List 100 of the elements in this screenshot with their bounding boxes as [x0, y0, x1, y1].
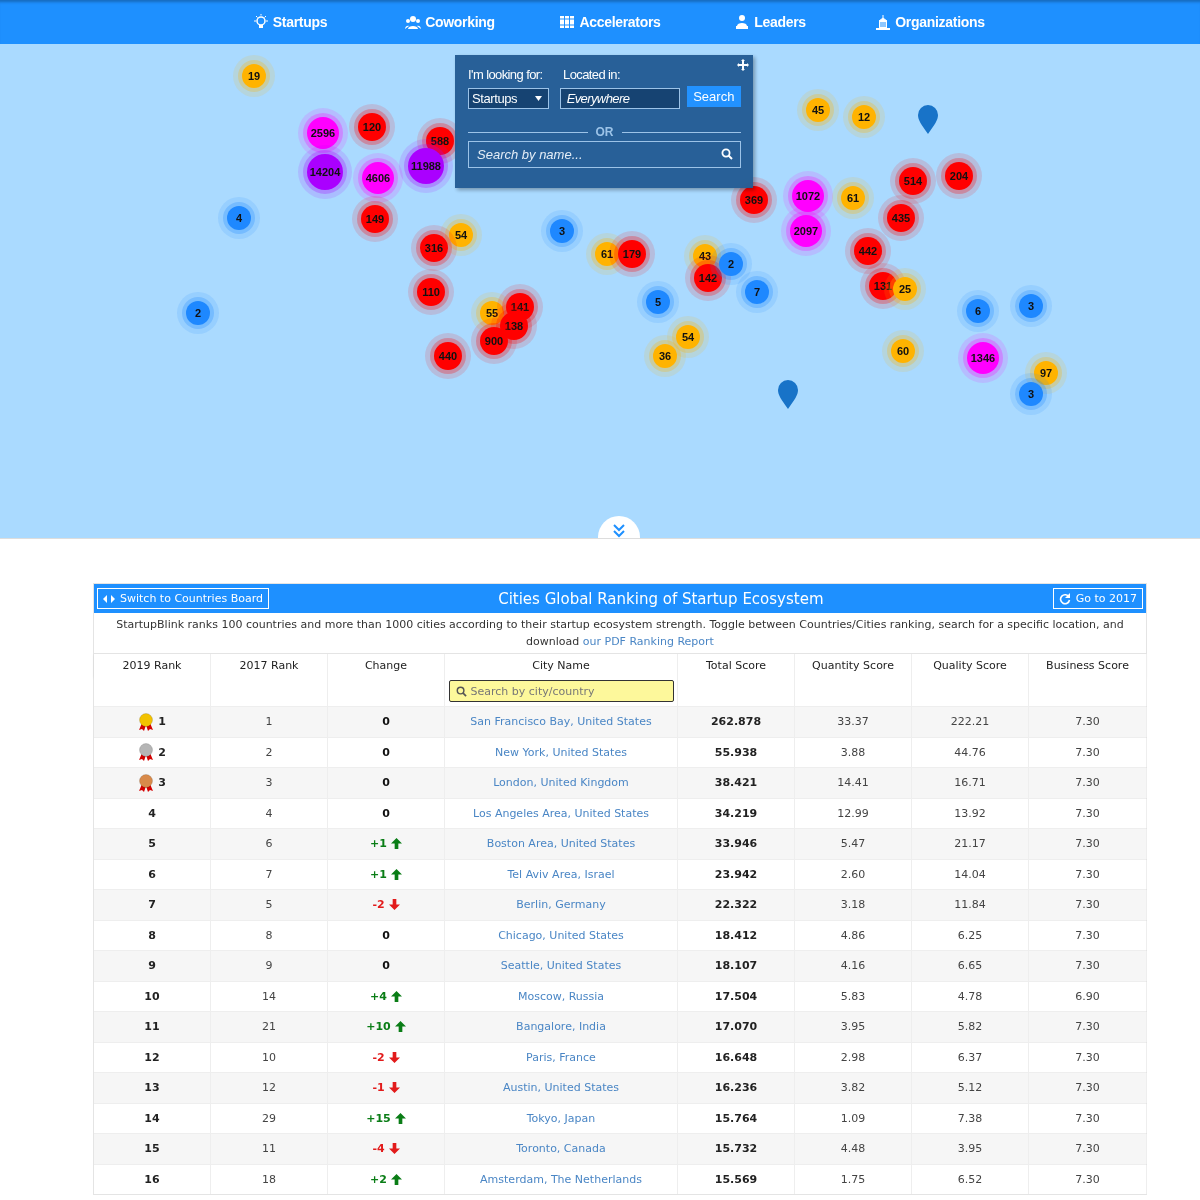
cluster-marker[interactable]: 54	[449, 223, 473, 247]
cluster-marker[interactable]: 2	[719, 252, 743, 276]
table-cell: 7.30	[1029, 1134, 1147, 1164]
nav-link[interactable]: Accelerators	[530, 0, 690, 44]
cluster-marker[interactable]: 3	[1019, 294, 1043, 318]
city-link[interactable]: Amsterdam, The Netherlands	[480, 1172, 642, 1186]
cluster-marker[interactable]: 1346	[967, 342, 999, 374]
city-link[interactable]: London, United Kingdom	[493, 776, 629, 790]
cluster-marker[interactable]: 110	[417, 278, 445, 306]
table-cell: 1	[211, 707, 328, 737]
cluster-marker[interactable]: 12	[852, 105, 876, 129]
rank-text: 14	[144, 1111, 160, 1125]
table-cell: 15.732	[678, 1134, 795, 1164]
cluster-marker[interactable]: 7	[745, 280, 769, 304]
nav-link[interactable]: Coworking	[370, 0, 530, 44]
cluster-marker[interactable]: 2097	[790, 215, 822, 247]
city-link[interactable]: Tel Aviv Area, Israel	[507, 867, 615, 881]
search-button[interactable]: Search	[686, 86, 741, 107]
description-text: StartupBlink ranks 100 countries and more than 1000 cities according to their startup ecosystem strength. Toggle between Countries/Cities ranking, search for a specific location, and download our PDF Ranking Report	[115, 617, 1125, 650]
rank-text: 6	[148, 867, 156, 881]
cluster-marker[interactable]: 131	[869, 272, 897, 300]
cluster-marker[interactable]: 97	[1034, 361, 1058, 385]
city-link[interactable]: Berlin, Germany	[516, 898, 606, 912]
location-field[interactable]: Everywhere	[559, 88, 680, 109]
name-search-field[interactable]: Search by name...	[468, 141, 741, 168]
cluster-marker[interactable]: 11988	[408, 148, 444, 184]
cluster-marker[interactable]: 179	[618, 240, 646, 268]
city-search-field[interactable]: Search by city/country	[448, 680, 674, 702]
cluster-marker[interactable]: 14204	[307, 154, 343, 190]
city-link[interactable]: Los Angeles Area, United States	[473, 806, 649, 820]
cluster-marker[interactable]: 61	[841, 186, 865, 210]
city-link[interactable]: Paris, France	[526, 1050, 596, 1064]
city-link[interactable]: Moscow, Russia	[517, 989, 605, 1003]
city-link[interactable]: Seattle, United States	[500, 959, 622, 973]
cluster-marker[interactable]: 3	[1019, 382, 1043, 406]
cluster-marker[interactable]: 45	[806, 98, 830, 122]
city-link[interactable]: Chicago, United States	[498, 928, 624, 942]
switch-board-button[interactable]: Switch to Countries Board	[97, 588, 269, 609]
change-text: +15	[366, 1111, 391, 1125]
cluster-marker[interactable]: 369	[740, 186, 768, 214]
city-link[interactable]: Toronto, Canada	[516, 1142, 606, 1156]
year-button[interactable]: Go to 2017	[1052, 588, 1143, 609]
city-link[interactable]: Tokyo, Japan	[526, 1111, 596, 1125]
medal-icon	[138, 773, 155, 792]
rank-text: 16	[144, 1172, 160, 1186]
change-text: +4	[370, 989, 387, 1003]
bulb-icon	[252, 14, 269, 30]
table-cell: 7.30	[1029, 1012, 1147, 1042]
cluster-marker[interactable]: 5	[646, 290, 670, 314]
cluster-marker[interactable]: 61	[595, 242, 619, 266]
table-cell: 4.48	[795, 1134, 912, 1164]
report-link[interactable]: our PDF Ranking Report	[582, 635, 714, 648]
cluster-marker[interactable]: 4606	[362, 162, 394, 194]
rank-text: 7	[148, 898, 156, 912]
city-link[interactable]: San Francisco Bay, United States	[470, 715, 652, 729]
cluster-marker[interactable]: 54	[676, 325, 700, 349]
city-link[interactable]: Boston Area, United States	[486, 837, 636, 851]
up-arrow-icon	[390, 868, 402, 880]
cluster-marker[interactable]: 25	[893, 277, 917, 301]
change-text: 0	[382, 776, 390, 790]
cluster-marker[interactable]: 440	[434, 342, 462, 370]
cluster-marker[interactable]: 60	[891, 339, 915, 363]
table-cell: 9	[211, 951, 328, 981]
city-link[interactable]: Austin, United States	[502, 1081, 620, 1095]
cluster-marker[interactable]: 3	[550, 219, 574, 243]
cluster-marker[interactable]: 55	[480, 301, 504, 325]
type-dropdown[interactable]: Startups	[468, 88, 549, 109]
down-arrow-icon	[388, 1051, 400, 1063]
cluster-marker[interactable]: 142	[694, 264, 722, 292]
cluster-marker[interactable]: 2596	[307, 117, 339, 149]
cluster-marker[interactable]: 6	[966, 299, 990, 323]
cluster-marker[interactable]: 514	[899, 167, 927, 195]
cluster-marker[interactable]: 149	[361, 205, 389, 233]
cluster-marker[interactable]: 120	[358, 113, 386, 141]
nav-link[interactable]: Leaders	[690, 0, 850, 44]
cluster-marker[interactable]: 588	[426, 127, 454, 155]
cluster-marker[interactable]: 36	[653, 344, 677, 368]
cluster-marker[interactable]: 1072	[792, 180, 824, 212]
cluster-marker[interactable]: 2	[186, 301, 210, 325]
table-cell: 16.71	[912, 768, 1029, 798]
table-cell: 7.30	[1029, 890, 1147, 920]
cluster-marker[interactable]: 19	[242, 64, 266, 88]
table-cell: 7.30	[1029, 707, 1147, 737]
cluster-marker[interactable]: 43	[693, 244, 717, 268]
cluster-marker[interactable]: 4	[227, 206, 251, 230]
cluster-marker[interactable]: 204	[945, 162, 973, 190]
city-link[interactable]: Bangalore, India	[516, 1020, 606, 1034]
cluster-marker[interactable]: 435	[887, 204, 915, 232]
cluster-marker[interactable]: 442	[854, 237, 882, 265]
table-cell: 17.070	[678, 1012, 795, 1042]
table-cell: 7.30	[1029, 1073, 1147, 1103]
map-pin-icon	[777, 380, 799, 410]
cluster-marker[interactable]: 316	[420, 234, 448, 262]
person-icon	[734, 14, 751, 30]
city-link[interactable]: New York, United States	[495, 745, 627, 759]
nav-link[interactable]: Organizations	[850, 0, 1010, 44]
rank-text: 9	[148, 959, 156, 973]
nav-link[interactable]: Startups	[210, 0, 370, 44]
rank-text: 5	[148, 837, 156, 851]
table-cell: 3.95	[795, 1012, 912, 1042]
